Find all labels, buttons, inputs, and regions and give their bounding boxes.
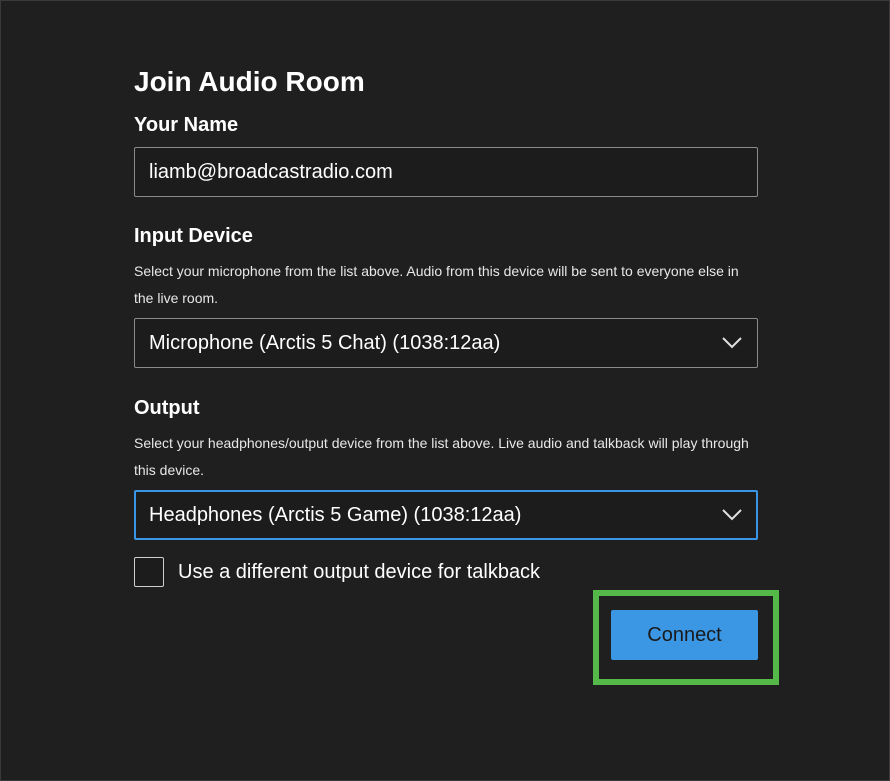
your-name-label: Your Name <box>134 114 239 136</box>
output-device-select[interactable]: Headphones (Arctis 5 Game) (1038:12aa) <box>134 490 758 540</box>
chevron-down-icon <box>722 509 742 521</box>
output-device-help-text: Select your headphones/output device fro… <box>134 435 749 478</box>
talkback-checkbox[interactable] <box>134 557 164 587</box>
input-device-select[interactable]: Microphone (Arctis 5 Chat) (1038:12aa) <box>134 318 758 368</box>
your-name-value: liamb@broadcastradio.com <box>149 160 393 183</box>
input-device-help-text: Select your microphone from the list abo… <box>134 263 739 306</box>
input-device-selected-value: Microphone (Arctis 5 Chat) (1038:12aa) <box>149 331 501 354</box>
your-name-input[interactable]: liamb@broadcastradio.com <box>134 147 758 197</box>
talkback-checkbox-label[interactable]: Use a different output device for talkba… <box>178 557 540 587</box>
input-device-label: Input Device <box>134 225 253 247</box>
output-device-label: Output <box>134 397 200 419</box>
join-audio-room-window: Join Audio Room Your Name liamb@broadcas… <box>0 0 890 781</box>
talkback-option-row[interactable]: Use a different output device for talkba… <box>134 557 540 587</box>
connect-button[interactable]: Connect <box>611 610 758 660</box>
output-device-selected-value: Headphones (Arctis 5 Game) (1038:12aa) <box>149 503 522 526</box>
page-title: Join Audio Room <box>134 66 365 97</box>
chevron-down-icon <box>722 337 742 349</box>
